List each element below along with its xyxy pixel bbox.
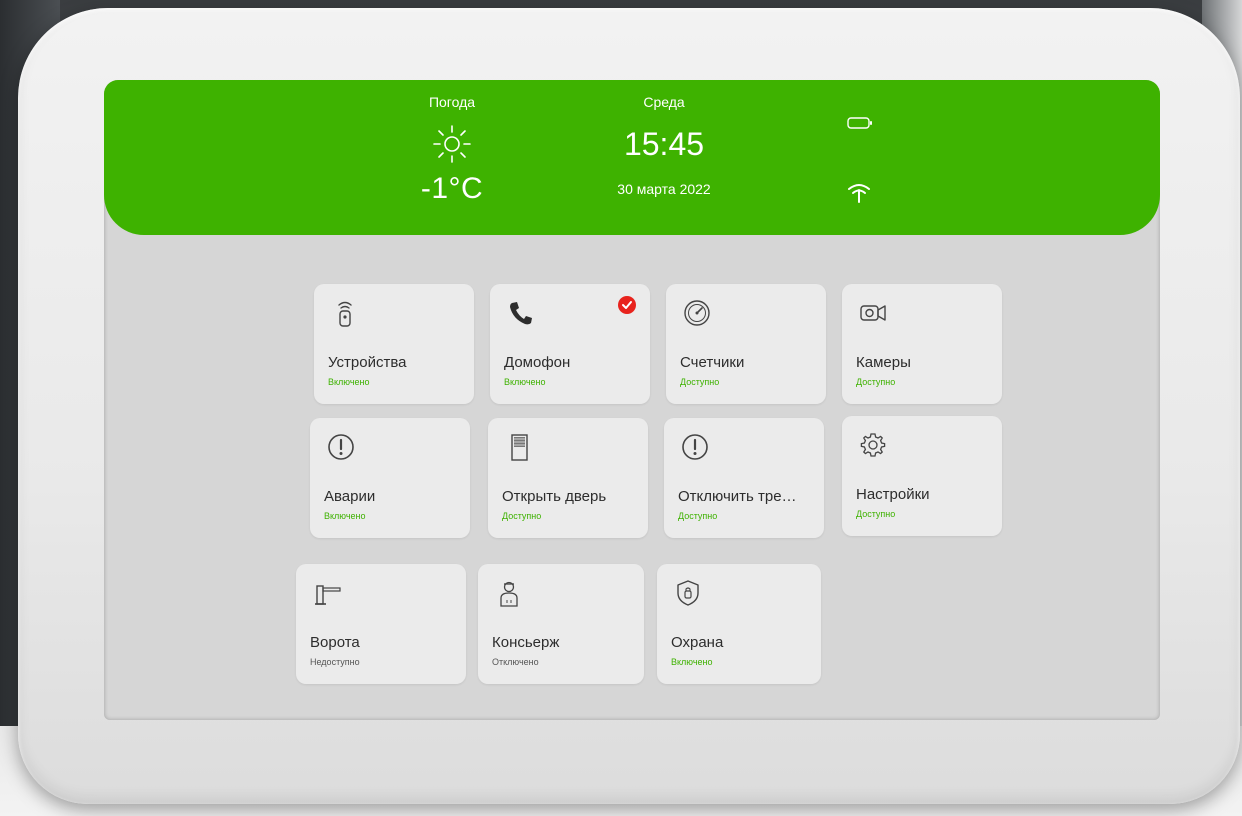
tile-status: Доступно xyxy=(856,509,896,519)
barrier-icon xyxy=(315,585,341,605)
tile-devices[interactable]: Устройства Включено xyxy=(314,284,474,404)
tile-intercom[interactable]: Домофон Включено xyxy=(490,284,650,404)
door-icon xyxy=(511,434,528,461)
date: 30 марта 2022 xyxy=(617,181,711,197)
sun-icon xyxy=(433,125,471,163)
weekday: Среда xyxy=(643,94,685,110)
tile-title: Счетчики xyxy=(680,354,745,371)
gear-icon xyxy=(860,433,886,457)
temperature: -1°C xyxy=(420,172,484,205)
tile-cameras[interactable]: Камеры Доступно xyxy=(842,284,1002,404)
tile-status: Доступно xyxy=(502,511,542,521)
tile-security[interactable]: Охрана Включено xyxy=(657,564,821,684)
tile-open-door[interactable]: Открыть дверь Доступно xyxy=(488,418,648,538)
datetime-widget: Среда 15:45 30 марта 2022 xyxy=(574,94,754,197)
alert-icon xyxy=(328,434,354,460)
tile-title: Ворота xyxy=(310,634,360,651)
tile-status: Недоступно xyxy=(310,657,360,667)
camera-icon xyxy=(860,305,886,321)
tile-emergencies[interactable]: Аварии Включено xyxy=(310,418,470,538)
shield-icon xyxy=(677,580,699,606)
smart-display-device: Погода -1°C Среда 15:45 30 марта 2022 Ус… xyxy=(18,8,1240,804)
phone-icon xyxy=(510,302,532,325)
tile-title: Камеры xyxy=(856,354,911,371)
tile-title: Охрана xyxy=(671,634,724,651)
tile-meters[interactable]: Счетчики Доступно xyxy=(666,284,826,404)
concierge-icon xyxy=(500,581,518,607)
battery-icon xyxy=(847,117,872,129)
remote-icon xyxy=(338,301,352,327)
tile-title: Открыть дверь xyxy=(502,488,607,505)
tile-status: Доступно xyxy=(680,377,720,387)
tile-status: Доступно xyxy=(856,377,896,387)
weather-label: Погода xyxy=(428,94,476,110)
tile-title: Отключить тре… xyxy=(678,488,797,505)
tile-status: Включено xyxy=(504,377,546,387)
tile-disable-alarm[interactable]: Отключить тре… Доступно xyxy=(664,418,824,538)
tile-status: Отключено xyxy=(492,657,539,667)
tile-title: Аварии xyxy=(324,488,376,505)
alert-icon xyxy=(682,434,708,460)
tile-status: Включено xyxy=(328,377,370,387)
check-badge xyxy=(618,296,636,314)
tile-title: Устройства xyxy=(328,354,407,371)
tile-title: Домофон xyxy=(504,354,571,371)
check-icon xyxy=(622,301,632,309)
tile-status: Включено xyxy=(671,657,713,667)
tile-title: Настройки xyxy=(856,486,930,503)
tile-gates[interactable]: Ворота Недоступно xyxy=(296,564,466,684)
tile-status: Доступно xyxy=(678,511,718,521)
wifi-icon xyxy=(848,184,870,203)
tile-title: Консьерж xyxy=(492,634,560,651)
status-header: Погода -1°C Среда 15:45 30 марта 2022 xyxy=(104,80,1160,235)
clock-time: 15:45 xyxy=(623,126,705,162)
tile-settings[interactable]: Настройки Доступно xyxy=(842,416,1002,536)
tile-status: Включено xyxy=(324,511,366,521)
tile-concierge[interactable]: Консьерж Отключено xyxy=(478,564,644,684)
weather-widget[interactable]: Погода -1°C xyxy=(392,94,512,206)
meter-icon xyxy=(684,300,710,326)
screen: Погода -1°C Среда 15:45 30 марта 2022 Ус… xyxy=(104,80,1160,720)
